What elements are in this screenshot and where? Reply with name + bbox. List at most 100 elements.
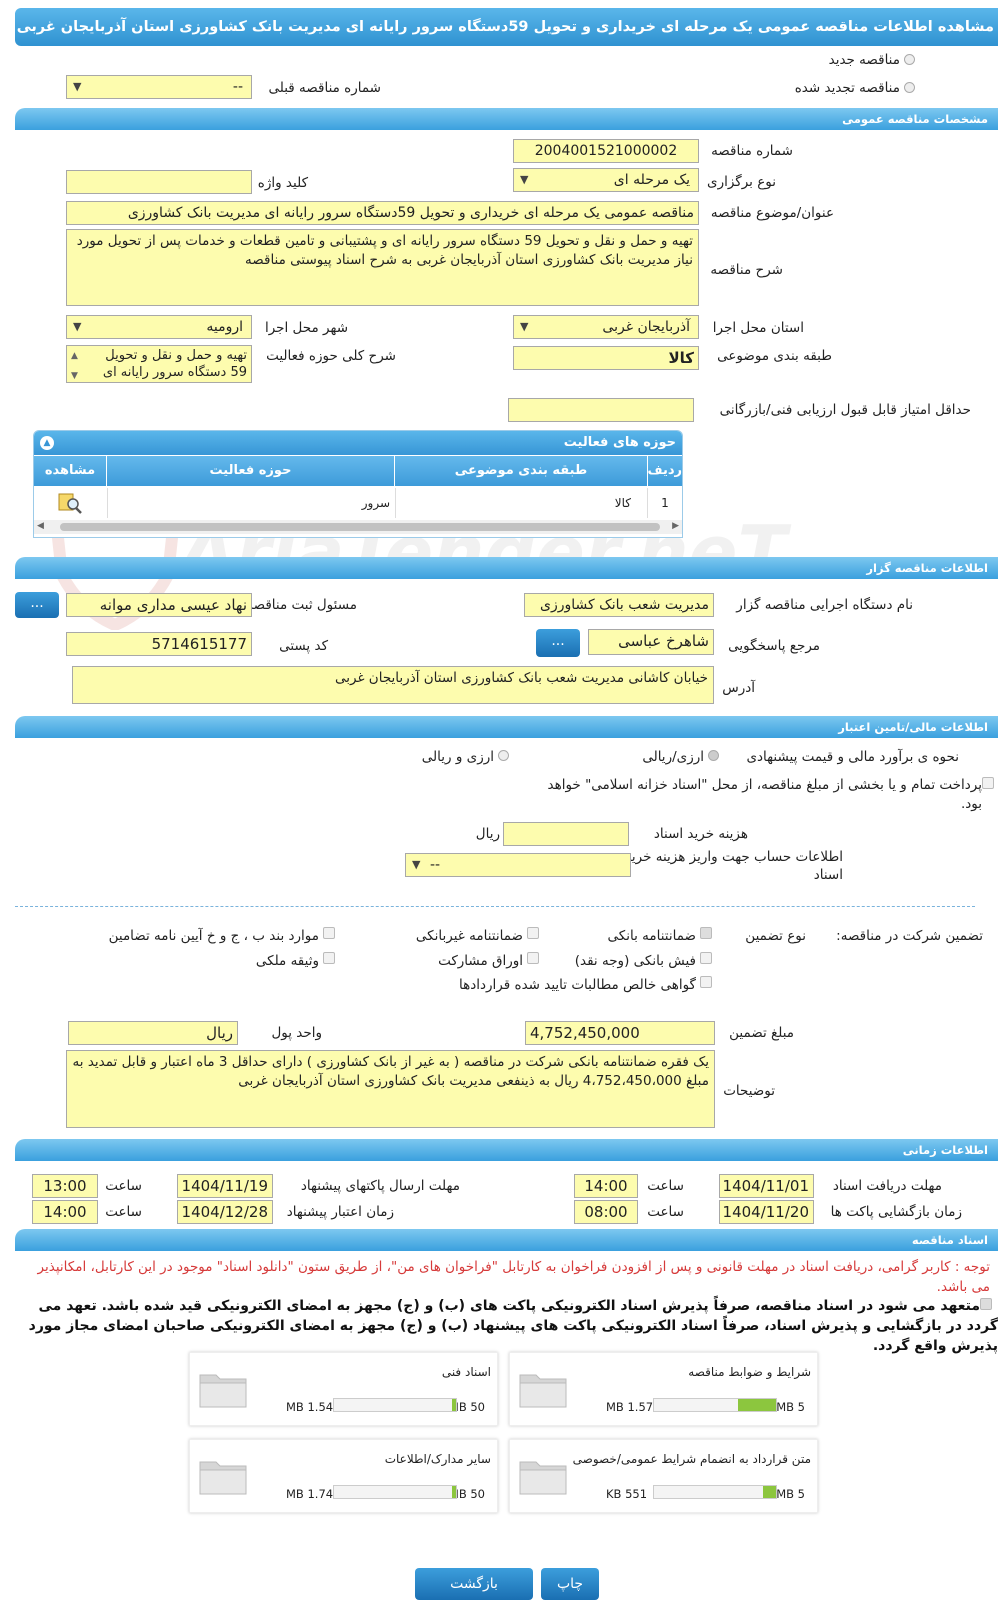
subject-field: مناقصه عمومی یک مرحله ای خریداری و تحویل… <box>66 201 699 225</box>
tender-type-select[interactable]: یک مرحله ای ▼ <box>513 168 699 192</box>
doc-card-other[interactable]: سایر مدارک/اطلاعات 50 MB 1.74 MB <box>189 1439 498 1513</box>
doc-name: متن قرارداد به انضمام شرایط عمومی/خصوصی <box>572 1452 811 1466</box>
chevron-down-icon: ▼ <box>412 858 421 871</box>
submit-deadline-date: 1404/11/19 <box>177 1174 273 1198</box>
submit-deadline-time: 13:00 <box>32 1174 98 1198</box>
scroll-left-icon[interactable]: ◀ <box>37 521 44 531</box>
address-field: خیابان کاشانی مدیریت شعب بانک کشاورزی اس… <box>72 666 714 704</box>
chevron-down-icon: ▼ <box>520 320 529 333</box>
scroll-down-icon[interactable]: ▼ <box>71 368 78 382</box>
scroll-up-icon[interactable]: ▲ <box>71 348 78 365</box>
doc-name: اسناد فنی <box>441 1365 491 1379</box>
table-row: 1 کالا سرور <box>34 488 682 518</box>
activity-grid-columns: ردیف طبقه بندی موضوعی حوزه فعالیت مشاهده <box>34 456 682 486</box>
treasury-checkbox[interactable] <box>982 777 994 789</box>
doc-progress-fill <box>452 1486 456 1498</box>
new-tender-radio[interactable] <box>904 54 915 65</box>
tender-type-value: یک مرحله ای <box>613 172 690 188</box>
clauses-option: موارد بند ب ، ج و خ آیین نامه تضامین <box>108 928 319 944</box>
guarantee-amount-field: 4,752,450,000 <box>525 1021 715 1045</box>
doc-progress-bar <box>333 1485 457 1499</box>
bank-guarantee-checkbox[interactable] <box>700 927 712 939</box>
submit-deadline-label: مهلت ارسال پاکتهای پیشنهاد <box>300 1178 460 1194</box>
page-title: مشاهده اطلاعات مناقصه عمومی یک مرحله ای … <box>15 8 998 46</box>
guarantee-type-label: نوع تضمین <box>745 928 806 944</box>
postal-code-label: کد پستی <box>279 638 328 654</box>
scroll-thumb[interactable] <box>60 523 660 531</box>
property-option: وثیقه ملکی <box>255 953 319 969</box>
validity-date: 1404/12/28 <box>177 1200 273 1224</box>
rial-radio[interactable] <box>708 750 719 761</box>
prev-number-label: شماره مناقصه قبلی <box>268 80 381 96</box>
city-select[interactable]: ارومیه ▼ <box>66 315 252 339</box>
scope-field: تهیه و حمل و نقل و تحویل 59 دستگاه سرور … <box>66 345 252 383</box>
folder-icon <box>199 1461 247 1495</box>
claims-checkbox[interactable] <box>700 976 712 988</box>
tender-number-field: 2004001521000002 <box>513 139 699 163</box>
new-tender-label: مناقصه جدید <box>828 52 900 68</box>
rial-option: ارزی/ریالی <box>642 749 704 765</box>
org-name-field: مدیریت شعب بانک کشاورزی <box>524 593 714 617</box>
row-scope: سرور <box>107 488 394 518</box>
description-label: شرح مناقصه <box>710 262 783 278</box>
submit-deadline-time-label: ساعت <box>105 1178 142 1194</box>
guarantee-notes-field: یک فقره ضمانتنامه بانکی شرکت در مناقصه (… <box>66 1050 715 1128</box>
registrar-label: مسئول ثبت مناقصه <box>246 597 357 613</box>
property-checkbox[interactable] <box>323 952 335 964</box>
validity-time-label: ساعت <box>105 1204 142 1220</box>
chevron-down-icon: ▼ <box>520 173 529 186</box>
doc-size: 551 KB <box>606 1487 648 1501</box>
fx-rial-option: ارزی و ریالی <box>421 749 494 765</box>
prev-number-value: -- <box>232 79 243 95</box>
bonds-checkbox[interactable] <box>527 952 539 964</box>
claims-option: گواهی خالص مطالبات تایید شده قراردادها <box>459 977 696 993</box>
doc-name: شرایط و ضوابط مناقصه <box>688 1365 811 1379</box>
folder-icon <box>519 1374 567 1408</box>
opening-time: 08:00 <box>574 1200 638 1224</box>
organizer-more-button[interactable]: ... <box>15 592 59 618</box>
col-scope: حوزه فعالیت <box>106 456 394 486</box>
responder-more-button[interactable]: ... <box>536 629 580 657</box>
province-label: استان محل اجرا <box>712 320 804 336</box>
min-score-field <box>508 398 694 422</box>
fx-rial-radio[interactable] <box>498 750 509 761</box>
doc-progress-fill <box>452 1399 456 1411</box>
chevron-down-icon: ▼ <box>73 80 82 93</box>
doc-card-technical[interactable]: اسناد فنی 50 MB 1.54 MB <box>189 1352 498 1426</box>
doc-card-contract[interactable]: متن قرارداد به انضمام شرایط عمومی/خصوصی … <box>509 1439 818 1513</box>
category-field: کالا <box>513 346 699 370</box>
doc-deadline-time: 14:00 <box>574 1174 638 1198</box>
keyword-field[interactable] <box>66 170 252 194</box>
province-select[interactable]: آذربایجان غربی ▼ <box>513 315 699 339</box>
tender-number-label: شماره مناقصه <box>711 143 793 159</box>
province-value: آذربایجان غربی <box>602 319 690 335</box>
collapse-icon[interactable]: ▲ <box>40 436 54 450</box>
scroll-right-icon[interactable]: ▶ <box>672 521 679 531</box>
doc-progress-fill <box>762 1486 776 1498</box>
doc-card-terms[interactable]: شرایط و ضوابط مناقصه 5 MB 1.57 MB <box>509 1352 818 1426</box>
currency-field: ریال <box>68 1021 238 1045</box>
folder-icon <box>519 1461 567 1495</box>
estimate-label: نحوه ی برآورد مالی و قیمت پیشنهادی <box>746 749 959 765</box>
nonbank-guarantee-checkbox[interactable] <box>527 927 539 939</box>
scope-label: شرح کلی حوزه فعالیت <box>266 348 396 364</box>
activity-grid-title: حوزه های فعالیت <box>563 435 676 450</box>
col-index: ردیف <box>647 456 682 486</box>
section-organizer-header: اطلاعات مناقصه گزار <box>15 557 998 579</box>
doc-size: 1.57 MB <box>606 1400 654 1414</box>
postal-code-field: 5714615177 <box>66 632 252 656</box>
account-label: اطلاعات حساب جهت واریز هزینه خرید اسناد <box>624 849 843 883</box>
horizontal-scrollbar[interactable]: ◀ ▶ <box>34 520 682 534</box>
account-value: -- <box>430 857 441 873</box>
cash-checkbox[interactable] <box>700 952 712 964</box>
folder-icon <box>199 1374 247 1408</box>
city-label: شهر محل اجرا <box>264 320 348 336</box>
doc-deadline-date: 1404/11/01 <box>719 1174 814 1198</box>
print-button[interactable]: چاپ <box>541 1568 599 1600</box>
prev-number-select[interactable]: -- ▼ <box>66 75 252 99</box>
clauses-checkbox[interactable] <box>323 927 335 939</box>
back-button[interactable]: بازگشت <box>415 1568 533 1600</box>
doc-size: 1.74 MB <box>286 1487 334 1501</box>
renewed-tender-radio[interactable] <box>904 82 915 93</box>
account-select[interactable]: -- ▼ <box>405 853 631 877</box>
